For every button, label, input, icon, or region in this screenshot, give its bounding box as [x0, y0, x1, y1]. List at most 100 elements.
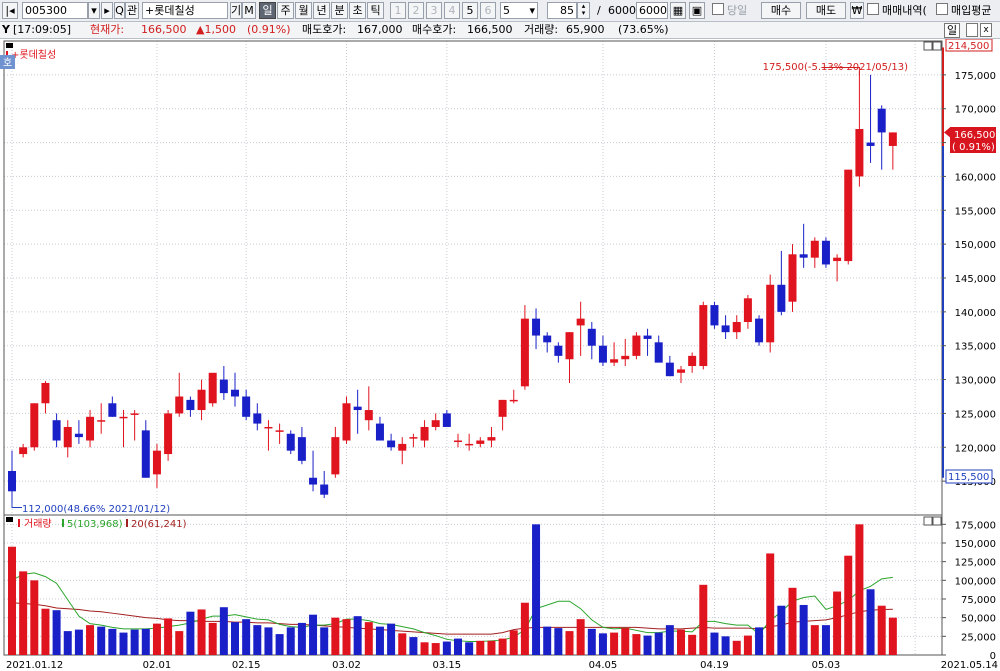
price-panel-min-icon[interactable]	[923, 41, 933, 51]
volume-bar	[654, 632, 663, 655]
volume-panel-close-icon[interactable]	[932, 516, 942, 526]
candle-body	[152, 450, 161, 475]
today-checkbox[interactable]: 당일	[712, 3, 747, 18]
today-label: 당일	[727, 4, 748, 17]
volume-bar	[576, 619, 585, 655]
gi-button[interactable]: 기	[230, 2, 242, 19]
save-icon[interactable]: ▣	[689, 2, 705, 19]
volume-bar	[643, 635, 652, 655]
period-week-tab[interactable]: 주	[277, 2, 294, 19]
won-button[interactable]: ₩	[850, 2, 864, 19]
volume-bar	[442, 641, 451, 655]
volume-bar	[509, 630, 518, 655]
price-panel-handle-icon[interactable]	[6, 43, 13, 48]
candle-body	[565, 332, 574, 360]
interval-4-button[interactable]: 4	[444, 2, 460, 19]
play-icon[interactable]: ▸	[101, 2, 113, 19]
volume-bar	[141, 628, 150, 655]
candle-body	[175, 396, 184, 414]
ma20-legend: 20(61,241)	[131, 519, 187, 530]
price-tick-label: 135,000	[955, 342, 996, 353]
volume-bar	[766, 553, 775, 655]
candle-body	[543, 335, 552, 343]
period-second-tab[interactable]: 초	[349, 2, 366, 19]
trade-history-checkbox[interactable]: 매매내역(	[867, 3, 927, 18]
volume-bar	[320, 627, 329, 655]
today-checkbox-box[interactable]	[712, 3, 724, 15]
volume-tick-label: 75,000	[961, 595, 996, 606]
buy-button[interactable]: 매수	[761, 2, 801, 19]
volume-bar	[130, 629, 139, 655]
date-tick-label: 2021.05.14	[941, 660, 998, 671]
related-button[interactable]: 관	[125, 2, 139, 19]
sell-button[interactable]: 매도	[806, 2, 846, 19]
interval-5-button[interactable]: 5	[462, 2, 478, 19]
search-icon[interactable]: Q	[114, 2, 125, 19]
count-input[interactable]: 85	[547, 2, 577, 19]
stock-code-input[interactable]: 005300	[22, 2, 88, 19]
count-stepper[interactable]: ▴ ▾	[577, 2, 590, 19]
volume-bar	[755, 627, 764, 655]
interval-3-button[interactable]: 3	[426, 2, 442, 19]
price-tick-label: 120,000	[955, 443, 996, 454]
candle-body	[766, 284, 775, 343]
restore-icon[interactable]	[966, 23, 978, 37]
home-icon[interactable]: |◂	[2, 2, 18, 19]
volume-bar	[431, 643, 440, 655]
ask-label: 매도호가:	[302, 23, 347, 36]
interval-2-button[interactable]: 2	[408, 2, 424, 19]
volume-bar	[610, 632, 619, 655]
candle-body	[888, 132, 897, 146]
volume-legend-swatch	[18, 519, 20, 527]
period-day-tab[interactable]: 일	[259, 2, 276, 19]
volume-bar	[353, 616, 362, 655]
avg-price-checkbox[interactable]: 매입평균	[936, 3, 1000, 18]
volume-bar	[63, 631, 72, 655]
interval-6-button[interactable]: 6	[480, 2, 496, 19]
ma20-legend-swatch	[126, 519, 128, 527]
volume-bar	[721, 636, 730, 655]
candle-body	[74, 433, 83, 438]
volume-bar	[799, 604, 808, 655]
code-dropdown-icon[interactable]: ▾	[88, 2, 100, 19]
trade-history-label: 매매내역(	[882, 4, 927, 17]
volume-tick-label: 25,000	[961, 632, 996, 643]
candle-body	[286, 433, 295, 451]
volume-bar	[532, 524, 541, 655]
trade-history-checkbox-box[interactable]	[867, 3, 879, 15]
candle-body	[487, 437, 496, 441]
interval-select[interactable]: 5 ▾	[500, 2, 538, 19]
price-panel-close-icon[interactable]	[932, 41, 942, 51]
candle-body	[30, 403, 39, 448]
candle-body	[877, 108, 886, 133]
chart-area[interactable]: 115,000120,000125,000130,000135,000140,0…	[0, 39, 1000, 671]
calendar-icon[interactable]: ▦	[670, 2, 686, 19]
volume-tick-label: 125,000	[955, 558, 996, 569]
interval-1-button[interactable]: 1	[390, 2, 406, 19]
volume-tick-label: 50,000	[961, 614, 996, 625]
volume-bar	[632, 634, 641, 655]
volume-bar	[688, 634, 697, 655]
volume-bar	[476, 640, 485, 655]
candle-body	[755, 318, 764, 343]
toolbar: |◂ 005300 ▾ ▸ Q 관 +롯데칠성 기 M 일 주 월 년 분 초 …	[0, 0, 1000, 22]
period-month-tab[interactable]: 월	[295, 2, 312, 19]
m-button[interactable]: M	[242, 2, 256, 19]
candle-body	[264, 426, 273, 429]
period-tick-tab[interactable]: 틱	[367, 2, 384, 19]
period-year-tab[interactable]: 년	[313, 2, 330, 19]
period-tag[interactable]: 일	[944, 23, 961, 38]
filter-icon[interactable]: Y	[2, 22, 10, 38]
candle-body	[833, 257, 842, 262]
date-tick-label: 02.15	[232, 660, 261, 671]
period-minute-tab[interactable]: 분	[331, 2, 348, 19]
volume-bar	[598, 633, 607, 655]
date-tick-label: 05.03	[812, 660, 841, 671]
volume-panel-handle-icon[interactable]	[6, 517, 13, 522]
close-icon[interactable]: x	[980, 23, 992, 37]
candle-body	[498, 399, 507, 417]
volume-panel-min-icon[interactable]	[923, 516, 933, 526]
total-input[interactable]: 6000	[636, 2, 668, 19]
candle-body	[721, 325, 730, 333]
avg-price-checkbox-box[interactable]	[936, 3, 948, 15]
